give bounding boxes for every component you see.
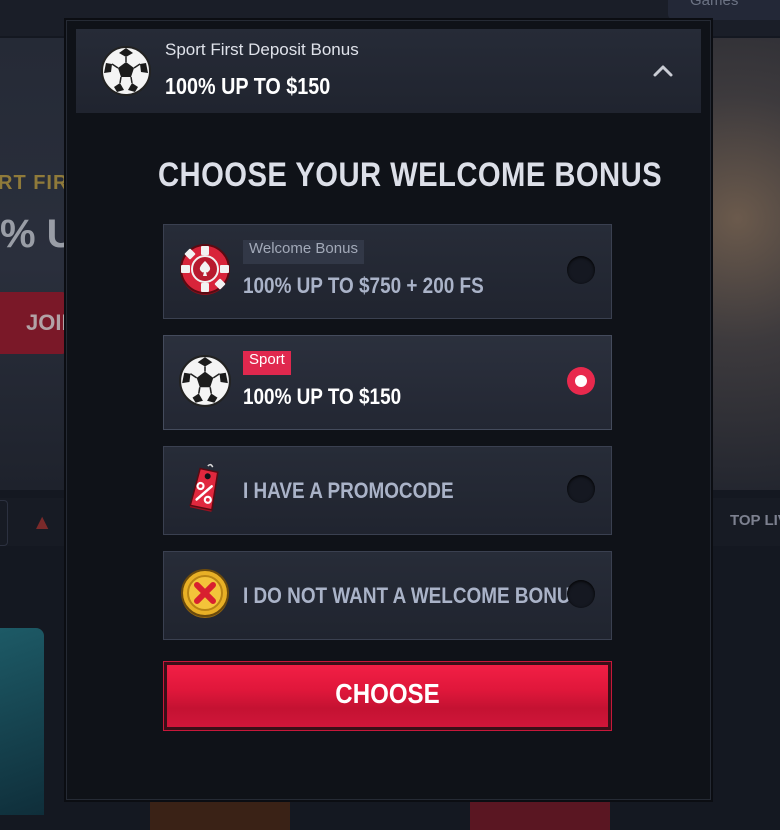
option-title: I HAVE A PROMOCODE	[243, 478, 454, 503]
background-game-card	[150, 800, 290, 830]
radio-button-selected[interactable]	[567, 367, 595, 395]
soccer-ball-icon	[179, 355, 231, 407]
selected-bonus-header[interactable]: Sport First Deposit Bonus 100% UP TO $15…	[76, 29, 701, 113]
welcome-bonus-modal: Sport First Deposit Bonus 100% UP TO $15…	[66, 20, 711, 800]
header-subtitle: Sport First Deposit Bonus	[165, 40, 359, 59]
promo-tag-icon	[189, 463, 219, 512]
page-title: CHOOSE YOUR WELCOME BONUS	[158, 156, 663, 194]
no-bonus-coin-icon	[181, 569, 229, 618]
background-search-label: Games	[690, 0, 739, 9]
bonus-option-no-bonus[interactable]: I DO NOT WANT A WELCOME BONUS	[163, 551, 612, 640]
background-tab-top-live: TOP LIV	[730, 512, 780, 529]
background-tab-chip	[0, 500, 8, 546]
soccer-ball-icon	[101, 46, 151, 96]
option-badge: Sport	[243, 351, 291, 375]
radio-button[interactable]	[567, 475, 595, 503]
radio-button[interactable]	[567, 580, 595, 608]
option-title: 100% UP TO $750 + 200 FS	[243, 273, 484, 298]
background-hero-banner	[0, 38, 66, 490]
background-game-card	[470, 800, 610, 830]
bonus-option-welcome[interactable]: Welcome Bonus 100% UP TO $750 + 200 FS	[163, 224, 612, 319]
option-title: 100% UP TO $150	[243, 384, 402, 409]
poker-chip-icon	[180, 244, 230, 295]
radio-button[interactable]	[567, 256, 595, 284]
megaphone-icon: ▲	[36, 512, 49, 531]
background-game-card	[0, 628, 44, 815]
header-title: 100% UP TO $150	[165, 73, 331, 99]
choose-button[interactable]: CHOOSE	[163, 661, 612, 731]
bonus-option-promocode[interactable]: I HAVE A PROMOCODE	[163, 446, 612, 535]
bonus-option-sport[interactable]: Sport 100% UP TO $150	[163, 335, 612, 430]
choose-button-label: CHOOSE	[335, 678, 440, 709]
option-title: I DO NOT WANT A WELCOME BONUS	[243, 583, 584, 608]
option-badge: Welcome Bonus	[243, 240, 364, 264]
chevron-up-icon[interactable]	[651, 59, 675, 83]
background-hero-art	[709, 38, 780, 490]
